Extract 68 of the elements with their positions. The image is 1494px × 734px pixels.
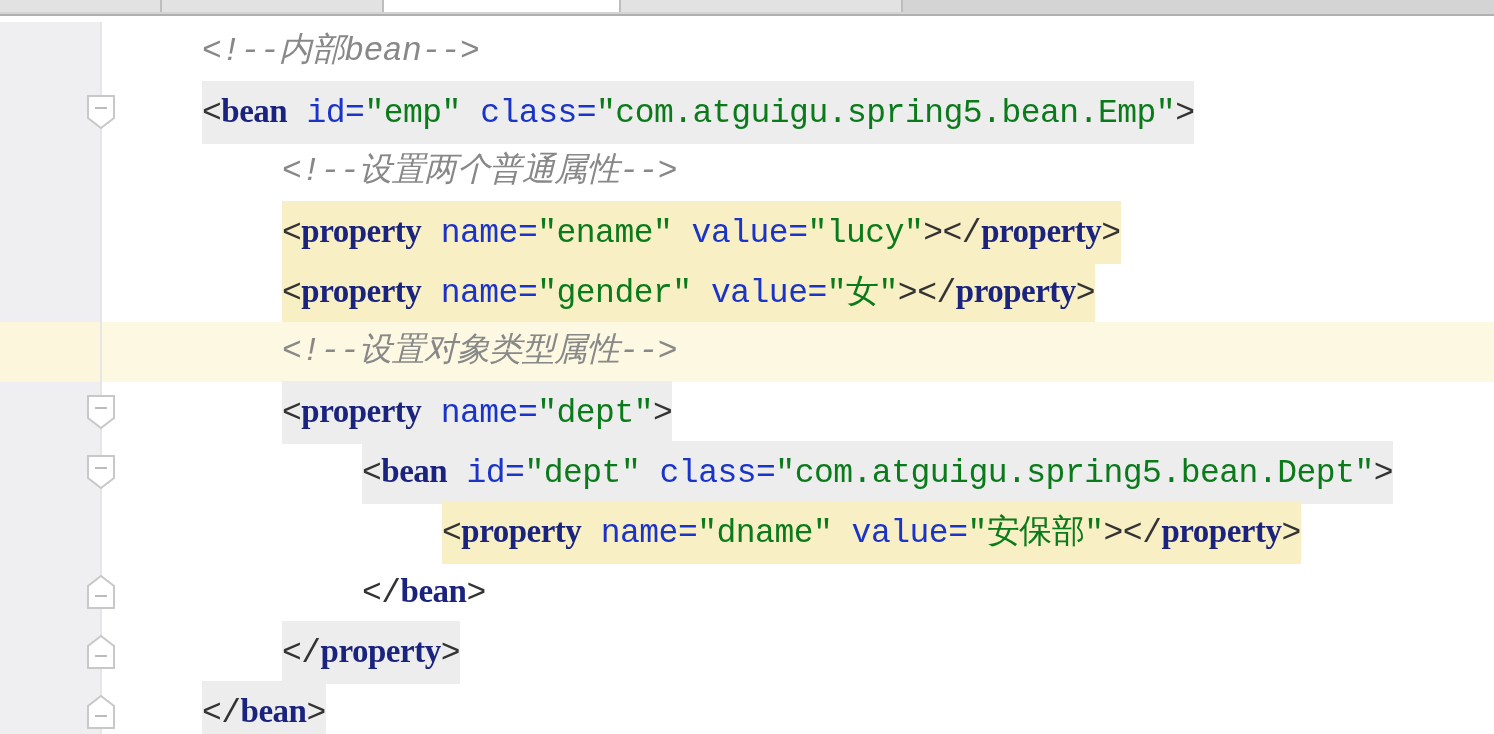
attribute-name: name= [439,394,538,432]
tag-bracket: > [653,394,673,432]
fold-icon[interactable] [86,454,116,490]
editor-tab[interactable] [384,0,621,12]
tag-name: property [301,392,422,429]
tag-bracket: < [282,274,302,312]
fold-icon[interactable] [86,94,116,130]
fold-end-icon[interactable] [86,694,116,730]
fold-icon[interactable] [86,394,116,430]
tag-bracket: > [1281,514,1301,552]
editor-tab[interactable] [162,0,384,12]
tag-name: property [320,632,441,669]
fold-end-icon[interactable] [86,634,116,670]
tag-bracket: > [306,694,326,732]
attribute-name: value= [850,514,968,552]
tag-name: bean [400,572,467,609]
tag-name: property [301,212,422,249]
attribute-name: name= [439,274,538,312]
tag-name: property [461,512,582,549]
attribute-name: value= [690,214,808,252]
tag-bracket: </ [202,694,241,732]
tag-bracket: > [1101,214,1121,252]
attribute-value: "dept" [524,454,641,492]
attribute-name: id= [305,94,365,132]
tag-bracket: > [466,574,486,612]
attribute-name: name= [599,514,698,552]
tag-name: bean [240,692,307,729]
tag-bracket: > [1075,274,1096,312]
attribute-value: "emp" [364,94,461,132]
attribute-value: "dept" [537,394,653,432]
code-comment: <!--设置两个普通属性--> [282,153,678,190]
tag-bracket: ></ [1103,514,1162,552]
fold-end-icon[interactable] [86,574,116,610]
tag-bracket: < [282,214,302,252]
editor-tab[interactable] [621,0,903,12]
attribute-value: "com.atguigu.spring5.bean.Emp" [596,94,1176,132]
attribute-value: "安保部" [967,514,1104,552]
tag-name: property [1161,512,1282,549]
tag-bracket: < [202,94,222,132]
tag-bracket: < [442,514,462,552]
attribute-value: "lucy" [807,214,924,252]
tag-bracket: < [282,394,302,432]
tag-bracket: ></ [923,214,982,252]
code-comment: <!--设置对象类型属性--> [282,333,678,370]
attribute-value: "dname" [697,514,833,552]
tag-name: property [955,272,1076,309]
attribute-value: "ename" [537,214,673,252]
attribute-value: "gender" [537,274,692,312]
tag-bracket: < [362,454,382,492]
tag-bracket: </ [362,574,401,612]
attribute-name: class= [479,94,597,132]
tag-bracket: </ [282,634,321,672]
tag-bracket: > [1373,454,1394,492]
tag-name: bean [381,452,448,489]
code-comment: <!--内部bean--> [202,33,480,70]
tag-name: property [301,272,422,309]
attribute-name: name= [439,214,538,252]
tag-bracket: ></ [897,274,956,312]
tag-name: bean [221,92,288,129]
editor-tab[interactable] [0,0,162,12]
tag-bracket: > [1175,94,1195,132]
tag-bracket: > [440,634,460,672]
attribute-value: "com.atguigu.spring5.bean.Dept" [775,454,1374,492]
attribute-name: value= [709,274,827,312]
attribute-value: "女" [826,274,898,312]
attribute-name: class= [658,454,776,492]
tag-name: property [981,212,1102,249]
attribute-name: id= [465,454,525,492]
